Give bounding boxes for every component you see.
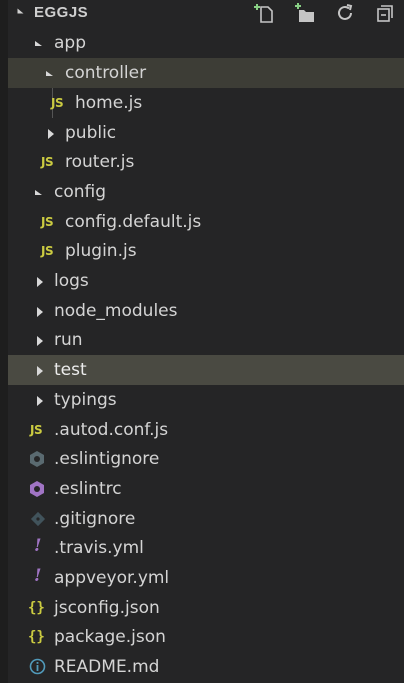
tree-item-controller[interactable]: controller xyxy=(8,58,404,88)
chevron-right-icon xyxy=(37,277,43,287)
eslint-file-icon xyxy=(29,480,45,503)
tree-item-label: plugin.js xyxy=(65,241,137,261)
tree-item-travis-yml[interactable]: ! .travis.yml xyxy=(8,533,404,563)
chevron-right-icon xyxy=(37,396,43,406)
tree-item-label: config xyxy=(54,182,107,202)
tree-item-label: .travis.yml xyxy=(54,538,144,558)
chevron-right-icon xyxy=(37,336,43,346)
tree-item-plugin-js[interactable]: JS plugin.js xyxy=(8,236,404,266)
tree-item-label: appveyor.yml xyxy=(54,568,170,588)
tree-item-label: .gitignore xyxy=(54,509,136,529)
tree-item-eslintrc[interactable]: .eslintrc xyxy=(8,474,404,504)
refresh-icon[interactable] xyxy=(334,2,356,24)
yaml-file-icon: ! xyxy=(34,566,42,586)
workspace-title: EGGJS xyxy=(34,4,89,21)
new-folder-icon[interactable] xyxy=(294,2,316,24)
tree-item-label: .eslintrc xyxy=(54,479,122,499)
file-explorer: EGGJS app controller JS home.js public J… xyxy=(8,0,404,683)
tree-item-label: config.default.js xyxy=(65,212,202,232)
tree-item-label: package.json xyxy=(54,627,166,647)
tree-item-label: router.js xyxy=(65,152,135,172)
tree-item-config-default-js[interactable]: JS config.default.js xyxy=(8,207,404,237)
git-file-icon xyxy=(30,510,46,533)
chevron-down-icon xyxy=(35,41,42,46)
tree-item-label: node_modules xyxy=(54,301,178,321)
explorer-header[interactable]: EGGJS xyxy=(8,0,404,26)
javascript-file-icon: JS xyxy=(41,155,54,169)
chevron-right-icon xyxy=(48,129,54,139)
tree-item-label: README.md xyxy=(54,657,160,677)
eslintignore-file-icon xyxy=(29,450,45,473)
tree-item-package-json[interactable]: {} package.json xyxy=(8,622,404,652)
tree-item-typings[interactable]: typings xyxy=(8,385,404,415)
tree-item-appveyor-yml[interactable]: ! appveyor.yml xyxy=(8,563,404,593)
tree-item-label: typings xyxy=(54,390,117,410)
tree-item-router-js[interactable]: JS router.js xyxy=(8,147,404,177)
chevron-right-icon xyxy=(37,366,43,376)
chevron-right-icon xyxy=(37,307,43,317)
tree-item-autod-conf-js[interactable]: JS .autod.conf.js xyxy=(8,415,404,445)
tree-item-gitignore[interactable]: .gitignore xyxy=(8,504,404,534)
tree-item-label: public xyxy=(65,123,117,143)
javascript-file-icon: JS xyxy=(41,215,54,229)
json-file-icon: {} xyxy=(28,600,45,616)
collapse-all-icon[interactable] xyxy=(374,2,396,24)
tree-item-label: home.js xyxy=(75,93,143,113)
tree-item-app[interactable]: app xyxy=(8,28,404,58)
explorer-actions xyxy=(254,2,396,24)
tree-item-label: app xyxy=(54,33,86,53)
tree-item-jsconfig-json[interactable]: {} jsconfig.json xyxy=(8,593,404,623)
yaml-file-icon: ! xyxy=(34,536,42,556)
info-icon xyxy=(29,658,46,680)
tree-item-readme-md[interactable]: README.md xyxy=(8,652,404,682)
section-collapse-icon[interactable] xyxy=(17,8,24,14)
tree-item-home-js[interactable]: JS home.js xyxy=(8,88,404,118)
json-file-icon: {} xyxy=(28,629,45,645)
javascript-file-icon: JS xyxy=(41,244,54,258)
tree-item-label: jsconfig.json xyxy=(54,598,160,618)
tree-item-label: logs xyxy=(54,271,89,291)
chevron-down-icon xyxy=(46,71,53,76)
tree-item-logs[interactable]: logs xyxy=(8,266,404,296)
tree-item-eslintignore[interactable]: .eslintignore xyxy=(8,444,404,474)
tree-item-public[interactable]: public xyxy=(8,118,404,148)
left-gutter xyxy=(0,0,8,683)
javascript-file-icon: JS xyxy=(30,423,43,437)
tree-item-config[interactable]: config xyxy=(8,177,404,207)
tree-item-label: .eslintignore xyxy=(54,449,160,469)
javascript-file-icon: JS xyxy=(51,96,64,110)
new-file-icon[interactable] xyxy=(254,2,276,24)
chevron-down-icon xyxy=(35,190,42,195)
tree-item-label: run xyxy=(54,330,83,350)
tree-item-label: .autod.conf.js xyxy=(54,420,169,440)
tree-item-label: test xyxy=(54,360,87,380)
tree-item-label: controller xyxy=(65,63,147,83)
tree-item-test[interactable]: test xyxy=(8,355,404,385)
tree-item-run[interactable]: run xyxy=(8,325,404,355)
tree-item-node-modules[interactable]: node_modules xyxy=(8,296,404,326)
